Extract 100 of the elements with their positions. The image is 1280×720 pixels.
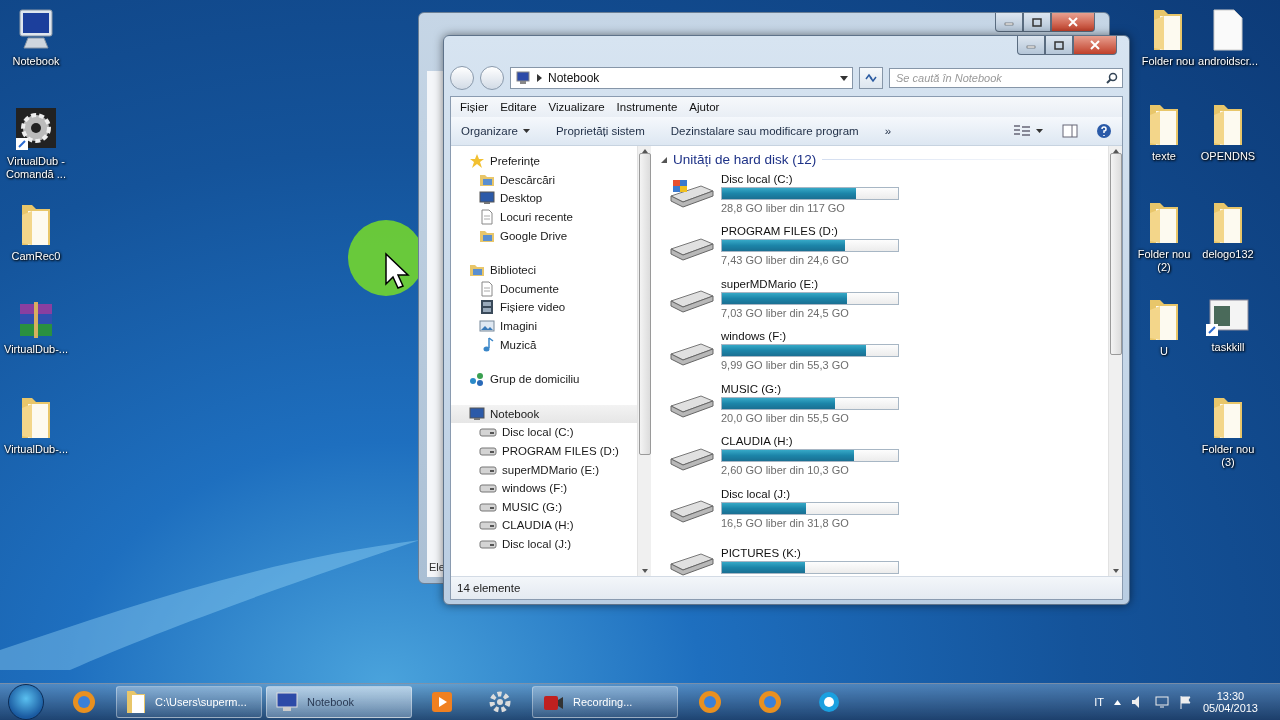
view-options-icon[interactable]	[1014, 125, 1044, 137]
sidebar-item[interactable]: Disc local (C:)	[451, 423, 637, 442]
desktop-icon-label[interactable]: Folder nou (2)	[1132, 248, 1196, 274]
group-header[interactable]: Unități de hard disk (12)	[661, 152, 1108, 167]
refresh-button[interactable]	[859, 67, 883, 89]
minimize-button[interactable]	[995, 13, 1023, 32]
sidebar-item[interactable]: Preferințe	[451, 152, 637, 171]
sidebar-item[interactable]: PROGRAM FILES (D:)	[451, 441, 637, 461]
film-icon	[479, 299, 495, 316]
sidebar-item[interactable]: Descărcări	[451, 170, 637, 190]
drive-name[interactable]: PROGRAM FILES (D:)	[721, 225, 899, 238]
sidebar-item[interactable]: Desktop	[451, 189, 637, 208]
drive-name[interactable]: windows (F:)	[721, 330, 899, 343]
maximize-button[interactable]	[1023, 13, 1051, 32]
desktop-icon-label[interactable]: VirtualDub-...	[4, 343, 68, 356]
maximize-button[interactable]	[1045, 36, 1073, 55]
drive-icon	[479, 463, 497, 476]
sidebar-item[interactable]: Imagini	[451, 316, 637, 336]
drive-name[interactable]: Disc local (C:)	[721, 172, 899, 185]
sidebar-item[interactable]: CLAUDIA (H:)	[451, 516, 637, 535]
search-field[interactable]: Se caută în Notebook	[889, 68, 1123, 88]
free-space-text: 20,0 GO liber din 55,5 GO	[721, 411, 850, 424]
preview-pane-icon[interactable]	[1062, 124, 1078, 138]
desktop-icon-label[interactable]: CamRec0	[11, 250, 61, 263]
clock[interactable]: 13:30 05/04/2013	[1202, 690, 1258, 714]
drive-icon	[479, 445, 497, 457]
document-icon	[479, 280, 495, 297]
toolbar-button[interactable]: Dezinstalare sau modificare program	[670, 125, 859, 137]
drive-icon	[479, 482, 497, 495]
sidebar-item[interactable]: MUSIC (G:)	[451, 497, 637, 517]
menu-item[interactable]: Ajutor	[684, 99, 725, 115]
close-icon	[1068, 17, 1078, 27]
desktop-icon-label[interactable]: U	[1160, 345, 1168, 358]
close-button[interactable]	[1051, 13, 1095, 32]
free-space-text: 16,5 GO liber din 31,8 GO	[721, 516, 850, 529]
media-player-icon	[431, 691, 453, 713]
sidebar-item[interactable]: Biblioteci	[451, 260, 637, 280]
scrollbar[interactable]	[637, 146, 651, 576]
browser-icon	[757, 689, 783, 715]
maximize-icon	[1032, 17, 1042, 27]
sidebar-item[interactable]: Documente	[451, 279, 637, 299]
desktop-icon-label[interactable]: Folder nou (3)	[1196, 443, 1260, 469]
desktop-icon-label[interactable]: VirtualDub-...	[4, 443, 68, 456]
drive-icon	[479, 538, 497, 550]
search-icon	[1106, 72, 1118, 84]
sidebar-item[interactable]: Muzică	[451, 335, 637, 354]
close-button[interactable]	[1073, 36, 1117, 55]
sidebar-item[interactable]: Notebook	[451, 404, 637, 424]
drive-name[interactable]: PICTURES (K:)	[721, 547, 899, 560]
scrollbar[interactable]	[1108, 146, 1122, 576]
sidebar-item[interactable]: superMDMario (E:)	[451, 460, 637, 479]
menu-item[interactable]: Editare	[495, 99, 542, 115]
dropdown-caret-icon	[840, 75, 848, 81]
taskbar-button[interactable]: Notebook	[266, 686, 412, 718]
sidebar-item[interactable]: Locuri recente	[451, 207, 637, 227]
start-button[interactable]	[8, 684, 44, 720]
network-icon[interactable]	[1154, 695, 1169, 709]
sidebar-item[interactable]: Disc local (J:)	[451, 534, 637, 554]
drive-name[interactable]: MUSIC (G:)	[721, 382, 899, 395]
minimize-button[interactable]	[1017, 36, 1045, 55]
desktop-icon-label[interactable]: androidscr...	[1198, 55, 1258, 68]
free-space-text: 2,60 GO liber din 10,3 GO	[721, 464, 850, 477]
star-icon	[469, 153, 485, 170]
sidebar-item[interactable]: Google Drive	[451, 226, 637, 245]
desktop-icon-label[interactable]: OPENDNS	[1200, 150, 1256, 163]
taskbar-button[interactable]: Recording...	[532, 686, 678, 718]
drive-name[interactable]: superMDMario (E:)	[721, 277, 899, 290]
sidebar-item[interactable]: Grup de domiciliu	[451, 369, 637, 389]
menu-item[interactable]: Fișier	[455, 99, 494, 115]
desktop-icon-label[interactable]: delogo132	[1202, 248, 1254, 261]
toolbar-button[interactable]: »	[884, 125, 892, 137]
toolbar-button[interactable]: Organizare	[461, 125, 530, 137]
chat-icon	[817, 690, 841, 714]
drive-name[interactable]: Disc local (J:)	[721, 487, 899, 500]
menu-item[interactable]: Instrumente	[611, 99, 683, 115]
collapse-triangle-icon	[661, 156, 667, 163]
taskbar-button[interactable]: C:\Users\superm...	[116, 686, 262, 718]
desktop-icon-label[interactable]: VirtualDub - Comandă ...	[0, 155, 72, 181]
menu-item[interactable]: Vizualizare	[543, 99, 610, 115]
desktop-icon-label[interactable]: taskkill	[1211, 341, 1245, 354]
sidebar-item[interactable]: Fișiere video	[451, 298, 637, 317]
monitor-icon	[479, 190, 495, 207]
forward-button[interactable]	[480, 66, 504, 90]
sidebar-item[interactable]: windows (F:)	[451, 478, 637, 498]
tray-arrow-icon[interactable]	[1113, 699, 1121, 705]
help-icon[interactable]	[1096, 123, 1112, 139]
address-bar[interactable]: Notebook	[510, 67, 853, 89]
toolbar-button[interactable]: Proprietăți sistem	[555, 125, 645, 137]
browser-icon	[71, 689, 97, 715]
drive-name[interactable]: CLAUDIA (H:)	[721, 435, 899, 448]
gear-icon	[487, 689, 513, 715]
monitor-icon	[16, 8, 56, 52]
language-indicator[interactable]: IT	[1094, 696, 1104, 708]
flag-icon[interactable]	[1178, 695, 1193, 709]
folder-icon	[125, 689, 147, 715]
monitor-icon	[275, 691, 299, 713]
desktop-icon-label[interactable]: Notebook	[12, 55, 60, 68]
desktop-icon-label[interactable]: texte	[1152, 150, 1176, 163]
desktop-icon-label[interactable]: Folder nou	[1141, 55, 1195, 68]
back-button[interactable]	[450, 66, 474, 90]
